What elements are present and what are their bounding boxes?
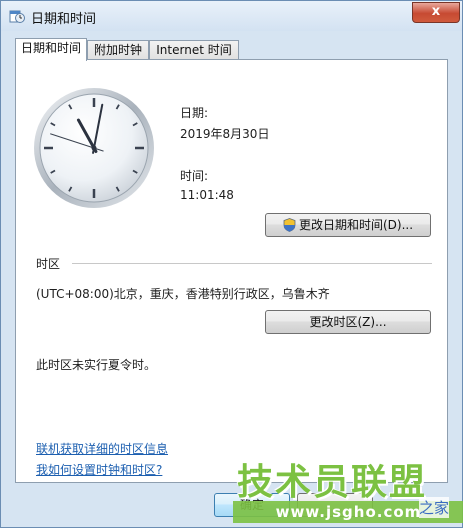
uac-shield-icon bbox=[283, 218, 296, 232]
window-title: 日期和时间 bbox=[31, 12, 97, 27]
time-label: 时间: bbox=[180, 169, 209, 183]
time-value: 11:01:48 bbox=[180, 188, 234, 202]
date-time-app-icon bbox=[9, 10, 25, 23]
date-time-dialog: 日期和时间 x 日期和时间 附加时钟 Internet 时间 日期: 2019年… bbox=[0, 0, 463, 528]
change-timezone-button[interactable]: 更改时区(Z)... bbox=[265, 310, 431, 334]
cancel-button[interactable] bbox=[297, 493, 373, 517]
change-timezone-label: 更改时区(Z)... bbox=[309, 315, 387, 329]
title-bar[interactable]: 日期和时间 x bbox=[1, 1, 462, 31]
tab-label: 日期和时间 bbox=[20, 41, 81, 55]
analog-clock bbox=[34, 88, 154, 208]
tab-label: 附加时钟 bbox=[93, 43, 142, 57]
timezone-value: (UTC+08:00)北京，重庆，香港特别行政区，乌鲁木齐 bbox=[36, 287, 330, 301]
how-to-set-clock-link[interactable]: 我如何设置时钟和时区? bbox=[36, 461, 162, 478]
change-date-time-button[interactable]: 更改日期和时间(D)... bbox=[265, 213, 431, 237]
date-label: 日期: bbox=[180, 106, 209, 120]
tab-label: Internet 时间 bbox=[156, 43, 232, 57]
watermark-side-text: 之家 bbox=[419, 497, 450, 518]
clock-center-pin bbox=[91, 145, 97, 151]
timezone-header: 时区 bbox=[36, 257, 61, 271]
tab-internet-time[interactable]: Internet 时间 bbox=[149, 40, 239, 59]
ok-label: 确定 bbox=[239, 498, 264, 512]
timezone-divider bbox=[72, 263, 432, 264]
tab-date-time[interactable]: 日期和时间 bbox=[15, 38, 87, 61]
tab-panel-date-time: 日期: 2019年8月30日 时间: 11:01:48 更改日期和时间(D)..… bbox=[15, 59, 448, 483]
date-value: 2019年8月30日 bbox=[180, 127, 270, 141]
close-icon: x bbox=[431, 4, 441, 19]
tab-additional-clocks[interactable]: 附加时钟 bbox=[87, 40, 149, 59]
change-date-time-label: 更改日期和时间(D)... bbox=[298, 218, 414, 232]
online-timezone-info-link[interactable]: 联机获取详细的时区信息 bbox=[36, 440, 168, 457]
close-button[interactable]: x bbox=[412, 2, 460, 23]
ok-button[interactable]: 确定 bbox=[214, 493, 290, 517]
dst-note: 此时区未实行夏令时。 bbox=[36, 358, 157, 372]
